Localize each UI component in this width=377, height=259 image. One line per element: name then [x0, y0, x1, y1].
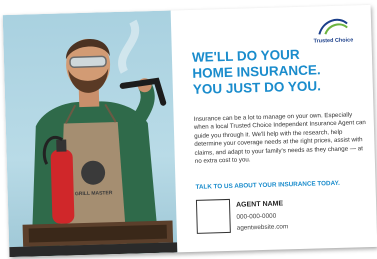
headline-line-1: WE'LL DO YOUR [191, 46, 300, 65]
call-to-action[interactable]: TALK TO US ABOUT YOUR INSURANCE TODAY. [195, 179, 367, 191]
headline-line-3: YOU JUST DO YOU. [192, 78, 322, 97]
svg-text:GRILL MASTER: GRILL MASTER [75, 190, 113, 197]
body-copy: Insurance can be a lot to manage on your… [193, 111, 366, 165]
postcard: GRILL MASTER Trusted Choice WE'LL DO YOU… [2, 4, 377, 258]
hero-photo: GRILL MASTER [2, 10, 178, 258]
trusted-choice-swoosh-icon [318, 18, 348, 35]
trusted-choice-logo: Trusted Choice [313, 13, 358, 45]
agent-logo-placeholder [195, 198, 231, 234]
grill-man-illustration: GRILL MASTER [9, 19, 178, 258]
agent-phone[interactable]: 000-000-0000 [236, 213, 276, 221]
agent-name: AGENT NAME [235, 200, 284, 209]
headline: WE'LL DO YOUR HOME INSURANCE. YOU JUST D… [192, 45, 365, 98]
logo-text: Trusted Choice [313, 37, 354, 45]
agent-website[interactable]: agentwebsite.com [237, 223, 289, 231]
